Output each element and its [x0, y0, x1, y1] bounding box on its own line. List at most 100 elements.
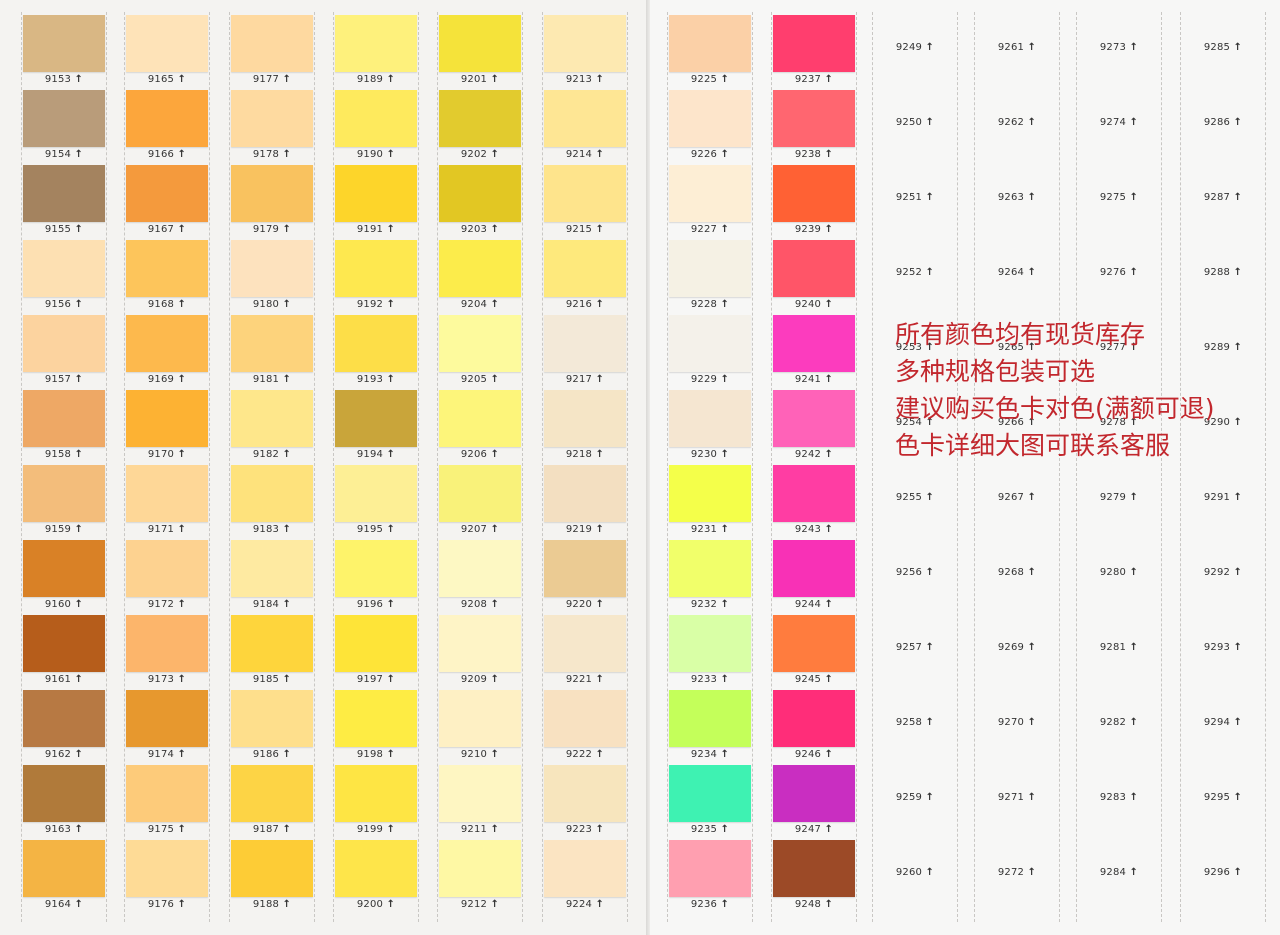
color-swatch-item: 9163 ↑ [22, 762, 106, 837]
arrow-up-icon: ↑ [925, 642, 935, 653]
swatch-code-label: 9155 ↑ [22, 224, 106, 235]
swatch-code-label: 9225 ↑ [668, 74, 752, 85]
empty-swatch-slot: 9267 ↑ [975, 462, 1059, 537]
color-swatch-item: 9180 ↑ [230, 237, 314, 312]
swatch-code-label: 9285 ↑ [1181, 42, 1265, 53]
swatch-code: 9288 [1203, 267, 1231, 278]
fabric-swatch [231, 615, 313, 672]
fabric-swatch [669, 15, 751, 72]
arrow-up-icon: ↑ [1233, 867, 1243, 878]
swatch-code: 9208 [460, 599, 488, 610]
swatch-code: 9176 [147, 899, 175, 910]
swatch-code: 9218 [565, 449, 593, 460]
swatch-code: 9215 [565, 224, 593, 235]
swatch-code-label: 9217 ↑ [543, 374, 627, 385]
empty-swatch-slot: 9250 ↑ [873, 87, 957, 162]
fabric-swatch [544, 465, 626, 522]
empty-swatch-slot: 9261 ↑ [975, 12, 1059, 87]
swatch-code: 9228 [690, 299, 718, 310]
swatch-code: 9219 [565, 524, 593, 535]
color-swatch-item: 9206 ↑ [438, 387, 522, 462]
swatch-code-label: 9160 ↑ [22, 599, 106, 610]
swatch-code-label: 9206 ↑ [438, 449, 522, 460]
arrow-up-icon: ↑ [74, 74, 84, 85]
swatch-code: 9220 [565, 599, 593, 610]
empty-swatch-slot: 9272 ↑ [975, 837, 1059, 912]
swatch-code-label: 9245 ↑ [772, 674, 856, 685]
color-swatch-item: 9159 ↑ [22, 462, 106, 537]
swatch-code: 9250 [895, 117, 923, 128]
swatch-code-label: 9252 ↑ [873, 267, 957, 278]
fabric-swatch [335, 390, 417, 447]
color-swatch-item: 9230 ↑ [668, 387, 752, 462]
fabric-swatch [439, 90, 521, 147]
color-swatch-item: 9196 ↑ [334, 537, 418, 612]
swatch-code-label: 9175 ↑ [125, 824, 209, 835]
arrow-up-icon: ↑ [595, 749, 605, 760]
fabric-swatch [231, 465, 313, 522]
swatch-code: 9247 [794, 824, 822, 835]
arrow-up-icon: ↑ [824, 449, 834, 460]
color-swatch-item: 9172 ↑ [125, 537, 209, 612]
arrow-up-icon: ↑ [282, 674, 292, 685]
color-swatch-item: 9242 ↑ [772, 387, 856, 462]
empty-swatch-slot: 9251 ↑ [873, 162, 957, 237]
arrow-up-icon: ↑ [490, 674, 500, 685]
arrow-up-icon: ↑ [1027, 492, 1037, 503]
fabric-swatch [126, 240, 208, 297]
swatch-code: 9257 [895, 642, 923, 653]
fabric-swatch [23, 465, 105, 522]
swatch-code: 9186 [252, 749, 280, 760]
arrow-up-icon: ↑ [74, 899, 84, 910]
fabric-swatch [231, 690, 313, 747]
swatch-code: 9256 [895, 567, 923, 578]
arrow-up-icon: ↑ [824, 674, 834, 685]
swatch-column: 9201 ↑ 9202 ↑ 9203 ↑ 9204 ↑ 9205 ↑ 9206 ↑ 9207… [437, 12, 523, 922]
arrow-up-icon: ↑ [1233, 642, 1243, 653]
swatch-code-label: 9162 ↑ [22, 749, 106, 760]
fabric-swatch [335, 765, 417, 822]
color-swatch-item: 9156 ↑ [22, 237, 106, 312]
swatch-code: 9181 [252, 374, 280, 385]
swatch-code: 9224 [565, 899, 593, 910]
swatch-code-label: 9190 ↑ [334, 149, 418, 160]
swatch-code-label: 9255 ↑ [873, 492, 957, 503]
fabric-swatch [231, 840, 313, 897]
arrow-up-icon: ↑ [386, 74, 396, 85]
arrow-up-icon: ↑ [1027, 267, 1037, 278]
swatch-code: 9182 [252, 449, 280, 460]
color-swatch-item: 9174 ↑ [125, 687, 209, 762]
swatch-code: 9165 [147, 74, 175, 85]
color-swatch-item: 9214 ↑ [543, 87, 627, 162]
arrow-up-icon: ↑ [177, 224, 187, 235]
fabric-swatch [773, 465, 855, 522]
arrow-up-icon: ↑ [177, 149, 187, 160]
swatch-code: 9226 [690, 149, 718, 160]
swatch-code: 9245 [794, 674, 822, 685]
empty-swatch-slot: 9255 ↑ [873, 462, 957, 537]
swatch-code: 9192 [356, 299, 384, 310]
swatch-code: 9173 [147, 674, 175, 685]
empty-swatch-slot: 9281 ↑ [1077, 612, 1161, 687]
swatch-code: 9234 [690, 749, 718, 760]
fabric-swatch [126, 15, 208, 72]
arrow-up-icon: ↑ [386, 599, 396, 610]
swatch-code-label: 9272 ↑ [975, 867, 1059, 878]
swatch-code: 9281 [1099, 642, 1127, 653]
color-swatch-item: 9247 ↑ [772, 762, 856, 837]
swatch-code-label: 9268 ↑ [975, 567, 1059, 578]
arrow-up-icon: ↑ [177, 824, 187, 835]
fabric-swatch [544, 615, 626, 672]
swatch-code-label: 9156 ↑ [22, 299, 106, 310]
arrow-up-icon: ↑ [824, 299, 834, 310]
arrow-up-icon: ↑ [1129, 717, 1139, 728]
fabric-swatch [544, 540, 626, 597]
swatch-code: 9229 [690, 374, 718, 385]
arrow-up-icon: ↑ [1027, 867, 1037, 878]
swatch-code-label: 9187 ↑ [230, 824, 314, 835]
swatch-code: 9164 [44, 899, 72, 910]
swatch-code: 9246 [794, 749, 822, 760]
arrow-up-icon: ↑ [282, 374, 292, 385]
color-swatch-item: 9154 ↑ [22, 87, 106, 162]
fabric-swatch [23, 315, 105, 372]
